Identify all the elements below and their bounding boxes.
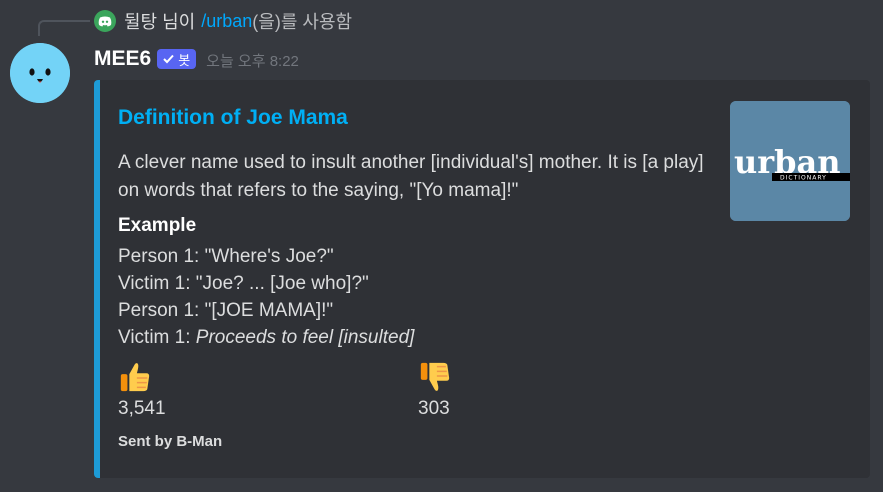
thumbs-up-icon: [120, 363, 150, 392]
thumbs-down-field: 303: [418, 360, 452, 420]
embed-field-name: Example: [118, 215, 197, 236]
reply-spine: [38, 20, 90, 36]
logo-subtext: DICTIONARY: [780, 175, 827, 182]
avatar[interactable]: [10, 43, 70, 103]
urban-dictionary-logo[interactable]: urban DICTIONARY: [730, 101, 850, 221]
command-usage-line: 뒬탕 님이 /urban (을)를 사용함: [94, 8, 352, 34]
embed-title[interactable]: Definition of Joe Mama: [118, 106, 348, 130]
thumbs-up-count: 3,541: [118, 398, 166, 419]
example-line: Person 1: "Where's Joe?": [118, 246, 334, 267]
author-name[interactable]: MEE6: [94, 47, 151, 71]
command-name[interactable]: /urban: [201, 11, 252, 32]
example-line: Victim 1: Proceeds to feel [insulted]: [118, 324, 414, 351]
thumbs-down-icon: [420, 362, 450, 391]
urban-dictionary-logo-art: urban DICTIONARY: [730, 101, 850, 221]
verified-check-icon: [163, 54, 174, 64]
example-line-prefix: Victim 1:: [118, 327, 196, 348]
embed: Definition of Joe Mama A clever name use…: [94, 80, 870, 478]
thumbs-up-field: 3,541: [118, 360, 166, 420]
discord-icon[interactable]: [94, 10, 116, 32]
command-user[interactable]: 뒬탕 님이: [124, 8, 195, 34]
mee6-face-icon: [10, 43, 70, 103]
bot-tag-label: 봇: [178, 52, 191, 68]
example-italic: Proceeds to feel [insulted]: [195, 327, 415, 348]
bot-tag: 봇: [157, 49, 197, 69]
embed-description: A clever name used to insult another [in…: [118, 152, 704, 201]
example-line: Person 1: "[JOE MAMA]!": [118, 300, 334, 321]
thumbs-down-count: 303: [418, 398, 450, 419]
message-header: MEE6 봇 오늘 오후 8:22: [94, 44, 299, 74]
command-suffix: (을)를 사용함: [252, 12, 353, 32]
chat-message: 뒬탕 님이 /urban (을)를 사용함 MEE6 봇 오늘 오후 8:22 …: [0, 0, 883, 492]
timestamp[interactable]: 오늘 오후 8:22: [206, 50, 299, 71]
example-line: Victim 1: "Joe? ... [Joe who]?": [118, 273, 369, 294]
embed-field-value: Person 1: "Where's Joe?" Victim 1: "Joe?…: [118, 243, 414, 351]
embed-footer: Sent by B-Man: [118, 433, 223, 450]
